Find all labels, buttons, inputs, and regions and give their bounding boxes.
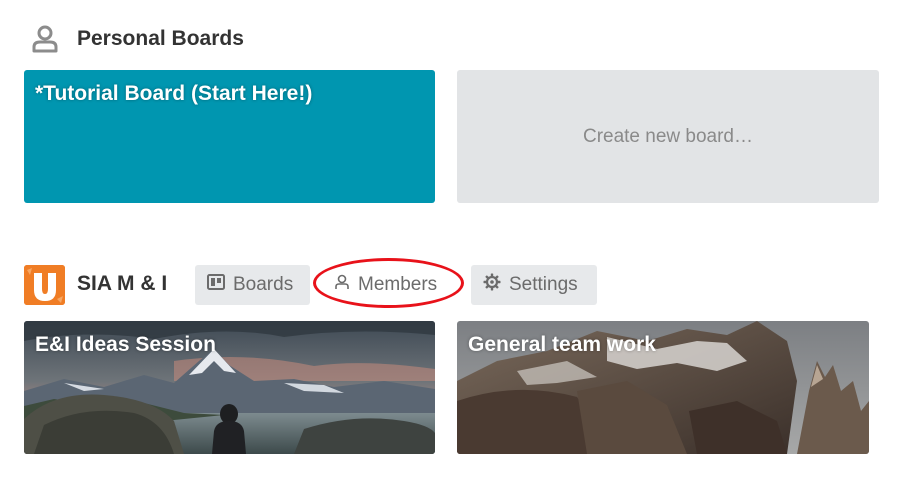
tab-members-label: Members bbox=[358, 274, 438, 295]
board-tile-general-team-work[interactable]: General team work bbox=[457, 321, 869, 454]
board-title: *Tutorial Board (Start Here!) bbox=[35, 82, 313, 105]
tab-settings-label: Settings bbox=[509, 274, 578, 295]
tab-settings[interactable]: Settings bbox=[471, 265, 597, 305]
board-tile-ideas-session[interactable]: E&I Ideas Session bbox=[24, 321, 435, 454]
gear-icon bbox=[483, 273, 501, 297]
board-title: E&I Ideas Session bbox=[35, 333, 216, 356]
person-icon bbox=[334, 274, 350, 296]
create-board-label: Create new board… bbox=[582, 125, 754, 147]
create-board-button[interactable]: Create new board… bbox=[457, 70, 879, 203]
person-icon bbox=[32, 25, 58, 53]
personal-boards-header: Personal Boards bbox=[32, 22, 244, 56]
personal-boards-title: Personal Boards bbox=[77, 27, 244, 50]
team-logo bbox=[24, 265, 65, 305]
board-tile-tutorial[interactable]: *Tutorial Board (Start Here!) bbox=[24, 70, 435, 203]
tab-boards[interactable]: Boards bbox=[195, 265, 310, 305]
board-title: General team work bbox=[468, 333, 656, 356]
board-icon bbox=[207, 274, 225, 296]
tab-boards-label: Boards bbox=[233, 274, 294, 295]
tab-members[interactable]: Members bbox=[322, 265, 459, 305]
team-name: SIA M & I bbox=[77, 272, 168, 295]
boards-page: Personal Boards *Tutorial Board (Start H… bbox=[0, 0, 900, 477]
